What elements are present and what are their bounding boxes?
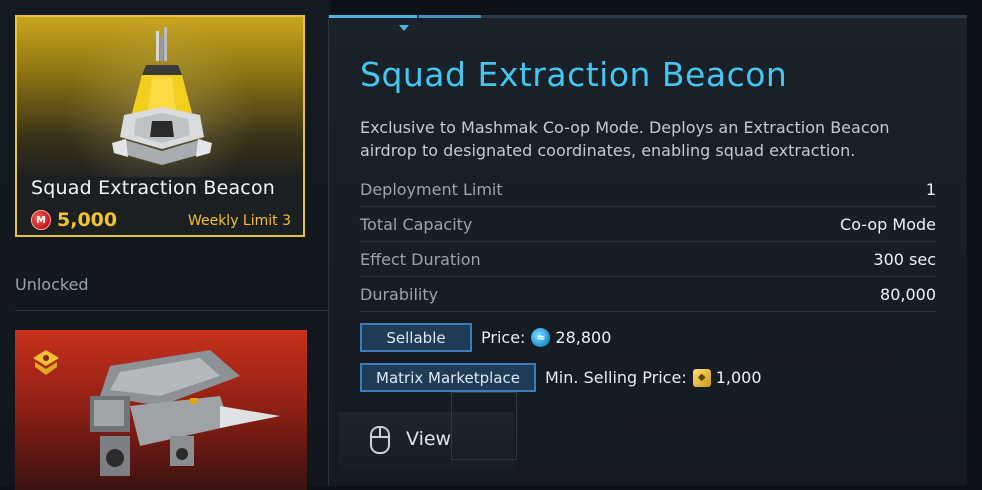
stat-label: Deployment Limit [360, 179, 503, 199]
stat-value: 300 sec [873, 249, 936, 269]
matrix-marketplace-tag: Matrix Marketplace [360, 363, 536, 392]
rank-chevron-icon [33, 350, 59, 375]
red-currency-icon: M [31, 210, 51, 230]
detail-title: Squad Extraction Beacon [360, 55, 788, 94]
beacon-icon [112, 27, 212, 165]
detail-description: Exclusive to Mashmak Co-op Mode. Deploys… [360, 118, 890, 160]
min-price-label: Min. Selling Price: [545, 368, 687, 387]
weekly-limit-label: Weekly Limit 3 [187, 213, 291, 229]
item-price: M 5,000 [31, 209, 117, 231]
item-detail-panel: Squad Extraction Beacon Exclusive to Mas… [328, 15, 967, 486]
item-price-value: 5,000 [57, 209, 118, 231]
item-image [17, 17, 303, 177]
gold-cube-icon: ◆ [692, 368, 711, 387]
section-label-unlocked: Unlocked [15, 275, 89, 294]
item-card-title: Squad Extraction Beacon [31, 177, 276, 199]
sell-price-row: Sellable Price: ≈ 28,800 [360, 323, 611, 352]
stat-label: Durability [360, 284, 439, 304]
gunship-icon [90, 350, 280, 476]
view-label: View [406, 428, 452, 450]
min-price-value: 1,000 [715, 368, 762, 387]
caret-down-icon [399, 25, 409, 31]
mouse-icon [370, 426, 390, 454]
price-value: 28,800 [555, 328, 612, 347]
market-price-row: Matrix Marketplace Min. Selling Price: ◆… [360, 363, 762, 392]
stat-label: Effect Duration [360, 249, 481, 269]
view-button[interactable]: View [339, 392, 517, 470]
item-card-squad-extraction-beacon[interactable]: Squad Extraction Beacon M 5,000 Weekly L… [15, 15, 305, 237]
stat-row: Total Capacity Co-op Mode [360, 207, 936, 242]
item-list-column: Squad Extraction Beacon M 5,000 Weekly L… [0, 0, 330, 490]
panel-accent-bar [329, 15, 967, 18]
section-divider [15, 310, 330, 311]
stat-value: 1 [925, 179, 936, 199]
stats-table: Deployment Limit 1 Total Capacity Co-op … [360, 172, 936, 312]
item-card-gunship[interactable] [15, 330, 307, 490]
stat-value: 80,000 [880, 284, 936, 304]
stat-row: Effect Duration 300 sec [360, 242, 936, 277]
sellable-tag: Sellable [360, 323, 472, 352]
stat-value: Co-op Mode [840, 214, 936, 234]
stat-row: Durability 80,000 [360, 277, 936, 312]
blue-currency-icon: ≈ [531, 328, 551, 347]
stat-row: Deployment Limit 1 [360, 172, 936, 207]
stat-label: Total Capacity [360, 214, 473, 234]
price-label: Price: [481, 328, 526, 347]
